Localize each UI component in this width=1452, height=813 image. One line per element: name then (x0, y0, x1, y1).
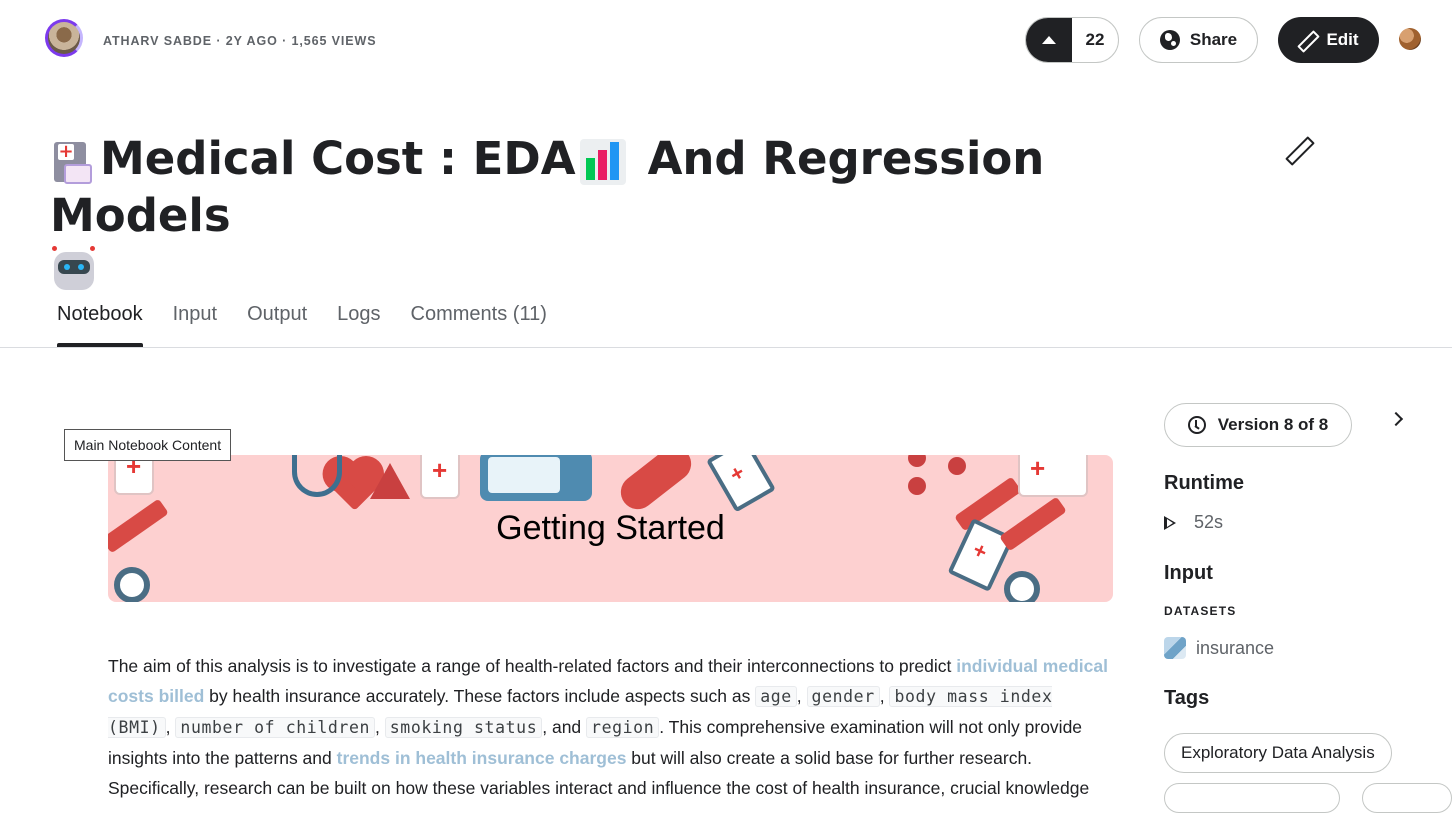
input-heading: Input (1164, 562, 1213, 584)
upvote-button[interactable] (1026, 18, 1072, 62)
main-content-tooltip: Main Notebook Content (64, 429, 232, 461)
version-button[interactable]: Version 8 of 8 (1164, 403, 1352, 447)
clipboard-decoration (706, 455, 776, 513)
author-avatar[interactable] (45, 19, 83, 57)
runtime-row: 52s (1164, 512, 1223, 533)
molecule-node-decoration (948, 457, 966, 475)
play-icon (1164, 515, 1176, 530)
hospital-emoji-icon (50, 140, 92, 184)
top-bar: ATHARV SABDE · 2Y AGO · 1,565 VIEWS 22 S… (0, 0, 1452, 80)
tab-input[interactable]: Input (173, 303, 217, 347)
bandage-decoration (614, 455, 698, 517)
flask-decoration (370, 463, 410, 499)
para-text: by health insurance accurately. These fa… (204, 686, 756, 706)
para-sep: , and (542, 717, 587, 737)
molecule-node-decoration (908, 477, 926, 495)
tag-chip[interactable] (1164, 783, 1340, 813)
tag-chip[interactable] (1362, 783, 1452, 813)
para-sep: , (375, 717, 385, 737)
datasets-label: DATASETS (1164, 604, 1237, 618)
share-label: Share (1189, 30, 1238, 49)
tags-heading: Tags (1164, 687, 1210, 709)
chevron-right-icon[interactable] (1388, 411, 1404, 427)
dataset-thumbnail-icon (1164, 637, 1186, 659)
getting-started-banner: Getting Started (108, 455, 1113, 602)
user-avatar[interactable] (1399, 28, 1421, 50)
author-meta: ATHARV SABDE · 2Y AGO · 1,565 VIEWS (103, 34, 377, 48)
upvote-widget: 22 (1025, 17, 1119, 63)
edit-button[interactable]: Edit (1278, 17, 1379, 63)
gauge-decoration (1004, 571, 1040, 602)
code-smoking: smoking status (384, 717, 543, 738)
caret-up-icon (1042, 36, 1056, 44)
code-gender: gender (806, 686, 880, 707)
edit-title-pencil-icon[interactable] (1285, 137, 1311, 163)
para-sep: , (165, 717, 176, 737)
notebook-title-block: Medical Cost : EDAAnd Regression Models (50, 130, 1130, 292)
code-children: number of children (175, 717, 376, 738)
tab-notebook[interactable]: Notebook (57, 303, 143, 347)
tab-comments[interactable]: Comments (11) (411, 303, 547, 347)
dataset-link[interactable]: insurance (1164, 637, 1274, 659)
para-sep: , (796, 686, 807, 706)
globe-icon (1159, 30, 1180, 50)
notebook-title: Medical Cost : EDAAnd Regression Models (50, 130, 1130, 292)
tag-chip[interactable]: Exploratory Data Analysis (1164, 733, 1392, 773)
para-sep: , (879, 686, 890, 706)
banner-title: Getting Started (496, 509, 725, 547)
version-label: Version 8 of 8 (1217, 415, 1329, 434)
para-text: The aim of this analysis is to investiga… (108, 656, 957, 676)
bar-chart-emoji-icon (579, 139, 626, 185)
title-text-part-1: Medical Cost : EDA (100, 132, 576, 185)
medicine-bottle-decoration (420, 455, 460, 499)
medicine-bottle-decoration (114, 455, 154, 495)
intro-paragraph: The aim of this analysis is to investiga… (108, 651, 1118, 803)
molecule-node-decoration (908, 455, 926, 467)
tab-logs[interactable]: Logs (337, 303, 380, 347)
code-age: age (755, 686, 797, 707)
tab-output[interactable]: Output (247, 303, 307, 347)
notebook-tabs: Notebook Input Output Logs Comments (11) (57, 303, 547, 347)
monitor-decoration (480, 455, 592, 501)
runtime-heading: Runtime (1164, 472, 1244, 494)
tab-divider (0, 347, 1452, 348)
highlight-trends: trends in health insurance charges (336, 748, 627, 768)
gauge-decoration (114, 567, 150, 602)
medicine-box-decoration (1018, 455, 1088, 497)
history-icon (1187, 416, 1206, 434)
runtime-value: 52s (1194, 512, 1224, 532)
dataset-name: insurance (1196, 637, 1275, 658)
code-region: region (586, 717, 660, 738)
share-button[interactable]: Share (1139, 17, 1258, 63)
vote-count[interactable]: 22 (1072, 18, 1118, 62)
robot-emoji-icon (50, 246, 96, 292)
pencil-icon (1298, 31, 1316, 49)
edit-label: Edit (1326, 30, 1359, 49)
